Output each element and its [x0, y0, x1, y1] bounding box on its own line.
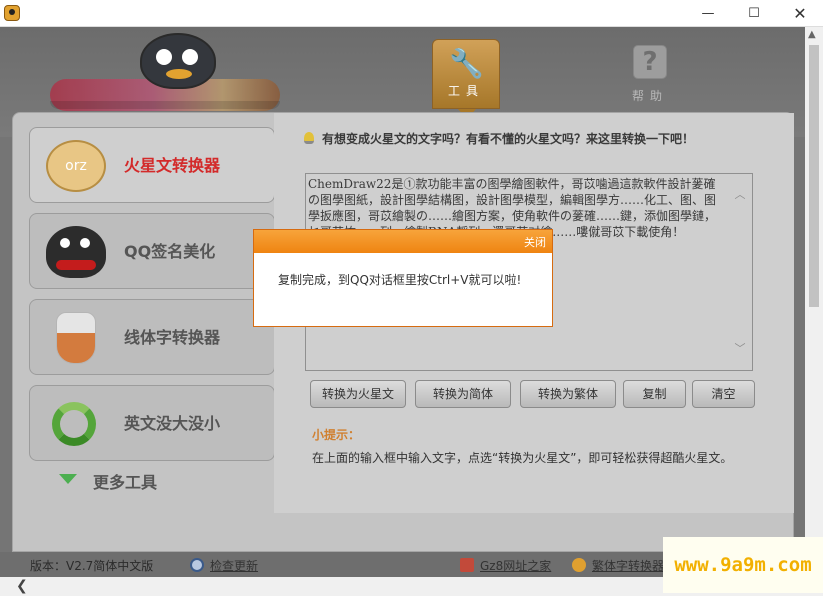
fanti-converter-label: 繁体字转换器 — [592, 559, 665, 573]
refresh-icon — [52, 402, 96, 446]
search-icon — [190, 558, 204, 572]
fanti-converter-link[interactable]: 繁体字转换器 — [572, 557, 664, 574]
maximize-button[interactable]: ☐ — [731, 0, 777, 27]
penguin-icon — [46, 226, 106, 278]
tab-help[interactable]: ? 帮助 — [624, 45, 676, 107]
convert-to-simplified-button[interactable]: 转换为简体 — [415, 380, 511, 408]
clear-button[interactable]: 清空 — [692, 380, 755, 408]
sidebar-item-english-case[interactable]: 英文没大没小 — [29, 385, 275, 461]
hint-text: 在上面的输入框中输入文字，点选“转换为火星文”，即可轻松获得超酷火星文。 — [312, 451, 733, 465]
chevron-down-icon — [59, 474, 77, 484]
content-area: orz 火星文转换器 QQ签名美化 线体字转换器 英文没大没小 更多工具 有想变… — [12, 112, 794, 552]
check-update-link[interactable]: 检查更新 — [190, 557, 258, 574]
tab-tools[interactable]: 🔧 工具 — [432, 39, 500, 109]
convert-to-huoxing-button[interactable]: 转换为火星文 — [310, 380, 406, 408]
house-icon — [460, 558, 474, 572]
hint-title: 小提示： — [312, 428, 361, 442]
sidebar-item-label: 火星文转换器 — [124, 156, 221, 175]
scroll-thumb[interactable] — [809, 45, 819, 307]
copy-button[interactable]: 复制 — [623, 380, 686, 408]
sidebar-item-line-font[interactable]: 线体字转换器 — [29, 299, 275, 375]
sidebar-item-label: 线体字转换器 — [124, 328, 221, 347]
chevron-up-icon[interactable]: ︿ — [734, 189, 746, 201]
sidebar-item-huoxingwen[interactable]: orz 火星文转换器 — [29, 127, 275, 203]
dialog-message: 复制完成，到QQ对话框里按Ctrl+V就可以啦! — [278, 273, 522, 287]
flask-icon — [56, 312, 96, 364]
scroll-up-icon[interactable]: ▲ — [808, 29, 816, 40]
gz8-link[interactable]: Gz8网址之家 — [460, 557, 551, 574]
check-update-label: 检查更新 — [210, 559, 259, 573]
tip-line: 有想变成火星文的文字吗？有看不懂的火星文吗？来这里转换一下吧！ — [304, 130, 694, 147]
more-tools-label: 更多工具 — [93, 473, 158, 492]
dialog-close-button[interactable]: 关闭 — [524, 234, 546, 250]
close-button[interactable]: ✕ — [777, 0, 823, 27]
watermark: www.9a9m.com — [663, 537, 823, 593]
tip-text: 有想变成火星文的文字吗？有看不懂的火星文吗？来这里转换一下吧！ — [322, 132, 695, 146]
sidebar-item-label: 英文没大没小 — [124, 414, 221, 433]
penguin-logo-icon — [140, 33, 216, 89]
chevron-down-icon[interactable]: ﹀ — [734, 343, 746, 355]
help-icon: ? — [633, 45, 667, 79]
app-logo — [50, 33, 290, 115]
gz8-label: Gz8网址之家 — [480, 559, 552, 573]
title-bar: — ☐ ✕ — [0, 0, 823, 27]
tools-icon: 🔧 — [449, 47, 484, 80]
tab-tools-label: 工具 — [447, 84, 484, 98]
sidebar-item-qq-signature[interactable]: QQ签名美化 — [29, 213, 275, 289]
convert-to-traditional-button[interactable]: 转换为繁体 — [520, 380, 616, 408]
lightbulb-icon — [304, 132, 314, 144]
copy-complete-dialog: 关闭 复制完成，到QQ对话框里按Ctrl+V就可以啦! — [253, 229, 553, 327]
dialog-header: 关闭 — [254, 230, 552, 253]
scroll-left-icon[interactable]: ❮ — [16, 577, 28, 596]
vertical-scrollbar[interactable]: ▲ — [805, 27, 823, 577]
tab-help-label: 帮助 — [631, 89, 668, 103]
minimize-button[interactable]: — — [685, 0, 731, 27]
users-icon — [572, 558, 586, 572]
version-label: 版本：V2.7简体中文版 — [30, 559, 154, 573]
sidebar-item-label: QQ签名美化 — [124, 242, 216, 261]
orz-icon: orz — [46, 140, 106, 192]
app-icon — [4, 5, 20, 21]
